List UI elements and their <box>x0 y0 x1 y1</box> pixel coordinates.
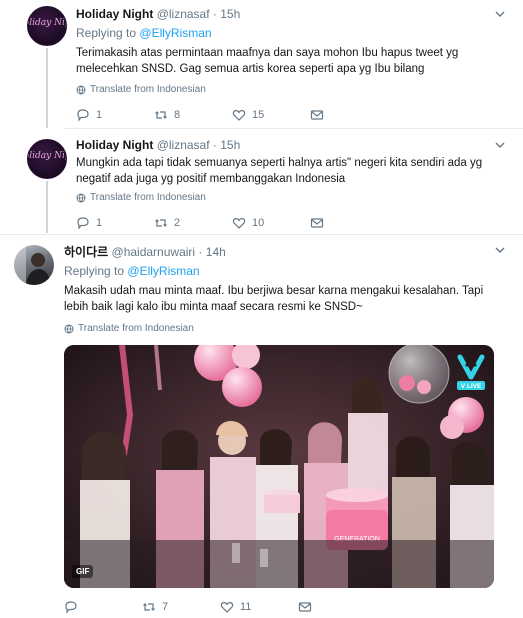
tweet-actions: 1 8 15 <box>76 107 388 123</box>
tweet-header: Holiday Night @liznasaf · 15h <box>76 7 241 21</box>
person-photo <box>14 245 50 285</box>
reply-count: 1 <box>96 217 103 229</box>
avatar[interactable] <box>14 245 54 285</box>
heart-icon <box>232 217 246 229</box>
envelope-icon <box>298 602 312 612</box>
tweet-header: Holiday Night @liznasaf · 15h <box>76 138 241 152</box>
dm-button[interactable] <box>310 108 388 122</box>
retweet-button[interactable]: 7 <box>142 600 220 614</box>
translate-link[interactable]: Translate from Indonesian <box>64 323 194 334</box>
media-gif[interactable]: GENERATION V LIVE GIF <box>64 345 494 588</box>
thread-line <box>46 48 48 128</box>
tweet-text: Mungkin ada tapi tidak semuanya seperti … <box>76 157 483 185</box>
reply-icon <box>65 601 77 614</box>
retweet-icon <box>155 111 167 119</box>
tweet-1[interactable]: Holiday Night Holiday Night @liznasaf · … <box>0 0 523 128</box>
svg-text:Holiday Night: Holiday Night <box>28 18 67 28</box>
retweet-count: 7 <box>162 601 169 613</box>
retweet-button[interactable]: 8 <box>154 108 232 122</box>
like-button[interactable]: 10 <box>232 216 310 230</box>
heart-icon <box>220 601 234 613</box>
vlive-label: V LIVE <box>461 383 482 390</box>
globe-icon <box>76 193 86 202</box>
timestamp[interactable]: 15h <box>220 7 240 21</box>
translate-label: Translate from Indonesian <box>78 323 194 334</box>
reply-prefix: Replying to <box>76 26 137 40</box>
translate-link[interactable]: Translate from Indonesian <box>76 192 206 203</box>
like-button[interactable]: 15 <box>232 108 310 122</box>
reply-icon <box>77 217 89 230</box>
translate-label: Translate from Indonesian <box>90 192 206 203</box>
tweet-text: Makasih udah mau minta maaf. Ibu berjiwa… <box>64 285 484 313</box>
tweet-header: 하이다르 @haidarnuwairi · 14h <box>64 245 226 259</box>
tweet-2[interactable]: Holiday Night Holiday Night @liznasaf · … <box>0 129 523 233</box>
chevron-down-icon[interactable] <box>495 140 505 150</box>
user-handle[interactable]: @haidarnuwairi <box>112 245 196 259</box>
reply-count: 1 <box>96 109 103 121</box>
reply-button[interactable]: 1 <box>76 216 154 230</box>
gif-image: GENERATION <box>64 345 494 588</box>
holiday-night-logo: Holiday Night <box>28 151 67 161</box>
avatar[interactable]: Holiday Night <box>27 139 67 179</box>
retweet-icon <box>143 603 155 611</box>
reply-context: Replying to @EllyRisman <box>64 264 200 278</box>
reply-button[interactable] <box>64 600 142 614</box>
holiday-night-logo: Holiday Night <box>28 18 67 28</box>
display-name[interactable]: Holiday Night <box>76 7 153 21</box>
chevron-down-icon[interactable] <box>495 245 505 255</box>
display-name[interactable]: Holiday Night <box>76 138 153 152</box>
envelope-icon <box>310 110 324 120</box>
mention-link[interactable]: @EllyRisman <box>127 264 199 278</box>
user-handle[interactable]: @liznasaf <box>157 7 210 21</box>
like-count: 10 <box>252 217 265 229</box>
gif-badge: GIF <box>72 565 94 578</box>
dm-button[interactable] <box>298 600 376 614</box>
globe-icon <box>64 324 74 333</box>
tweet-actions: 1 2 10 <box>76 215 388 231</box>
avatar[interactable]: Holiday Night <box>27 6 67 46</box>
like-count: 15 <box>252 109 265 121</box>
timestamp[interactable]: 14h <box>206 245 226 259</box>
heart-icon <box>232 109 246 121</box>
tweet-text: Terimakasih atas permintaan maafnya dan … <box>76 47 459 75</box>
svg-text:Holiday Night: Holiday Night <box>28 151 67 161</box>
retweet-count: 8 <box>174 109 181 121</box>
timestamp[interactable]: 15h <box>220 138 240 152</box>
user-handle[interactable]: @liznasaf <box>157 138 210 152</box>
reply-button[interactable]: 1 <box>76 108 154 122</box>
retweet-button[interactable]: 2 <box>154 216 232 230</box>
retweet-icon <box>155 219 167 227</box>
globe-icon <box>76 85 86 94</box>
tweet-actions: 7 11 <box>64 599 376 615</box>
like-count: 11 <box>240 601 252 613</box>
vlive-logo-icon: V LIVE <box>457 354 485 390</box>
reply-context: Replying to @EllyRisman <box>76 26 212 40</box>
display-name[interactable]: 하이다르 <box>64 245 108 259</box>
dm-button[interactable] <box>310 216 388 230</box>
chevron-down-icon[interactable] <box>495 9 505 19</box>
like-button[interactable]: 11 <box>220 600 298 614</box>
translate-link[interactable]: Translate from Indonesian <box>76 84 206 95</box>
reply-prefix: Replying to <box>64 264 125 278</box>
thread-line <box>46 181 48 233</box>
envelope-icon <box>310 218 324 228</box>
retweet-count: 2 <box>174 217 181 229</box>
translate-label: Translate from Indonesian <box>90 84 206 95</box>
reply-icon <box>77 109 89 122</box>
mention-link[interactable]: @EllyRisman <box>139 26 211 40</box>
